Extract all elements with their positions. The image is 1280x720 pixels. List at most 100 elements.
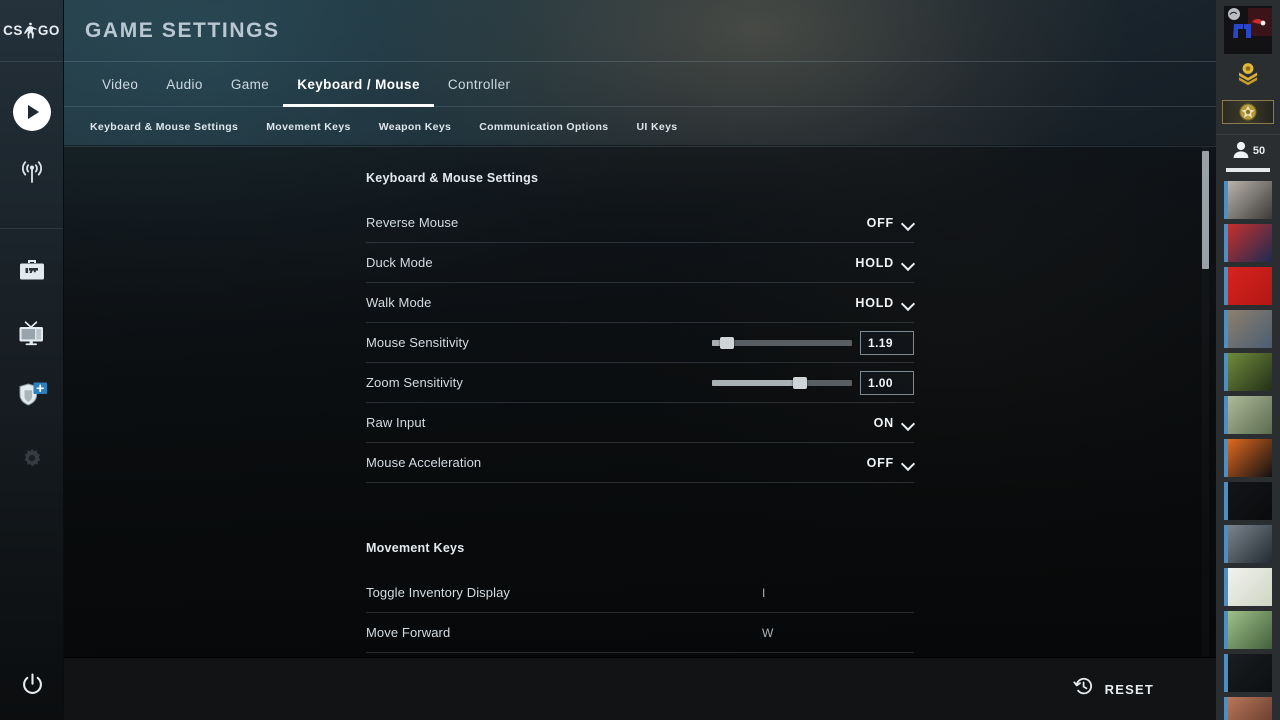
setting-dropdown[interactable]: HOLD (855, 243, 914, 283)
friend-list-item[interactable] (1224, 697, 1272, 720)
slider-track[interactable] (712, 337, 852, 349)
section-title-spacer (366, 185, 914, 203)
power-button[interactable] (0, 656, 64, 720)
secondary-tabs: Keyboard & Mouse Settings Movement Keys We… (64, 107, 1216, 147)
friend-avatar-2 (1228, 224, 1272, 262)
friends-header: 50 (1216, 135, 1280, 177)
setting-dropdown[interactable]: OFF (867, 443, 914, 483)
setting-row: Mouse Acceleration OFF (366, 443, 914, 483)
setting-row[interactable]: Toggle Inventory Display I (366, 573, 914, 613)
setting-row: Mouse Sensitivity 1.19 (366, 323, 914, 363)
setting-row: Walk Mode HOLD (366, 283, 914, 323)
friends-list (1216, 181, 1280, 720)
reset-button[interactable]: RESET (1073, 676, 1154, 702)
setting-row: Reverse Mouse OFF (366, 203, 914, 243)
tab-game[interactable]: Game (217, 62, 283, 107)
shield-plus-icon (15, 381, 49, 416)
slider-track[interactable] (712, 377, 852, 389)
service-medal-icon[interactable] (1222, 100, 1274, 124)
setting-row: Raw Input ON (366, 403, 914, 443)
keybind-value[interactable]: W (762, 613, 774, 653)
slider-value-input[interactable]: 1.19 (860, 331, 914, 355)
subtab-ui-keys[interactable]: UI Keys (636, 121, 677, 133)
setting-label: Reverse Mouse (366, 215, 459, 230)
friend-list-item[interactable] (1224, 611, 1272, 649)
television-icon (17, 320, 46, 351)
slider-thumb[interactable] (793, 377, 808, 389)
dropdown-value: OFF (866, 216, 894, 230)
keybind-value[interactable]: I (762, 573, 766, 613)
friend-list-item[interactable] (1224, 525, 1272, 563)
person-icon (1231, 141, 1251, 163)
section-title: Keyboard & Mouse Settings (366, 171, 539, 185)
subtab-communication-options[interactable]: Communication Options (479, 121, 608, 133)
broadcast-antenna-icon (17, 157, 47, 192)
tab-keyboard-mouse[interactable]: Keyboard / Mouse (283, 62, 434, 107)
sidebar-item-play[interactable] (0, 80, 63, 143)
setting-label: Toggle Inventory Display (366, 585, 511, 600)
steam-friends-panel: 50 (1216, 0, 1280, 720)
slider-value-input[interactable]: 1.00 (860, 371, 914, 395)
tab-audio[interactable]: Audio (152, 62, 217, 107)
section-title-spacer (366, 555, 914, 573)
friend-list-item[interactable] (1224, 396, 1272, 434)
friend-list-item[interactable] (1224, 439, 1272, 477)
silver-chevron-rank-icon (1235, 61, 1261, 92)
friend-list-item[interactable] (1224, 310, 1272, 348)
subtab-weapon-keys[interactable]: Weapon Keys (379, 121, 452, 133)
chevron-down-icon (902, 457, 914, 469)
setting-row: Zoom Sensitivity 1.00 (366, 363, 914, 403)
main-region: GAME SETTINGS Video Audio Game Keyboard / M… (64, 0, 1216, 720)
setting-row: Duck Mode HOLD (366, 243, 914, 283)
slider-thumb[interactable] (720, 337, 735, 349)
logo-text-cs: CS (3, 23, 23, 38)
friend-list-item[interactable] (1224, 224, 1272, 262)
dropdown-value: HOLD (855, 296, 894, 310)
setting-dropdown[interactable]: OFF (867, 203, 914, 243)
sidebar-item-broadcast[interactable] (0, 143, 63, 206)
sidebar-item-inventory[interactable] (0, 241, 63, 304)
setting-dropdown[interactable]: ON (874, 403, 914, 443)
setting-label: Duck Mode (366, 255, 433, 270)
sidebar-item-settings[interactable] (0, 430, 63, 493)
friend-list-item[interactable] (1224, 267, 1272, 305)
subtab-movement-keys[interactable]: Movement Keys (266, 121, 351, 133)
setting-dropdown[interactable]: HOLD (855, 283, 914, 323)
profile-avatar[interactable] (1224, 6, 1272, 54)
rank-badge[interactable] (1216, 54, 1280, 98)
setting-label: Mouse Acceleration (366, 455, 482, 470)
section-title: Movement Keys (366, 541, 465, 555)
subtab-keyboard-mouse-settings[interactable]: Keyboard & Mouse Settings (90, 121, 238, 133)
setting-label: Mouse Sensitivity (366, 335, 469, 350)
dropdown-value: ON (873, 416, 894, 430)
friend-avatar-6 (1228, 396, 1272, 434)
reset-label: RESET (1104, 681, 1154, 697)
dropdown-value: OFF (866, 456, 894, 470)
csgo-logo[interactable]: CS GO (0, 0, 63, 62)
friend-avatar-13 (1228, 697, 1272, 720)
friend-list-item[interactable] (1224, 654, 1272, 692)
sidebar-item-watch[interactable] (0, 304, 63, 367)
slider-fill (712, 380, 801, 386)
friend-avatar-10 (1228, 568, 1272, 606)
tab-video[interactable]: Video (88, 62, 152, 107)
setting-label: Raw Input (366, 415, 426, 430)
page-header: GAME SETTINGS (64, 0, 1216, 62)
friend-avatar-9 (1228, 525, 1272, 563)
friend-avatar-12 (1228, 654, 1272, 692)
power-icon (19, 672, 46, 704)
chevron-down-icon (902, 217, 914, 229)
chevron-down-icon (902, 297, 914, 309)
friend-avatar-11 (1228, 611, 1272, 649)
friend-list-item[interactable] (1224, 181, 1272, 219)
left-navigation-rail: CS GO (0, 0, 64, 720)
setting-row[interactable]: Move Forward W (366, 613, 914, 653)
friend-list-item[interactable] (1224, 482, 1272, 520)
scrollbar-thumb[interactable] (1202, 151, 1209, 269)
gear-icon (20, 447, 44, 476)
friend-list-item[interactable] (1224, 353, 1272, 391)
tab-controller[interactable]: Controller (434, 62, 525, 107)
sidebar-item-prime[interactable] (0, 367, 63, 430)
friend-list-item[interactable] (1224, 568, 1272, 606)
